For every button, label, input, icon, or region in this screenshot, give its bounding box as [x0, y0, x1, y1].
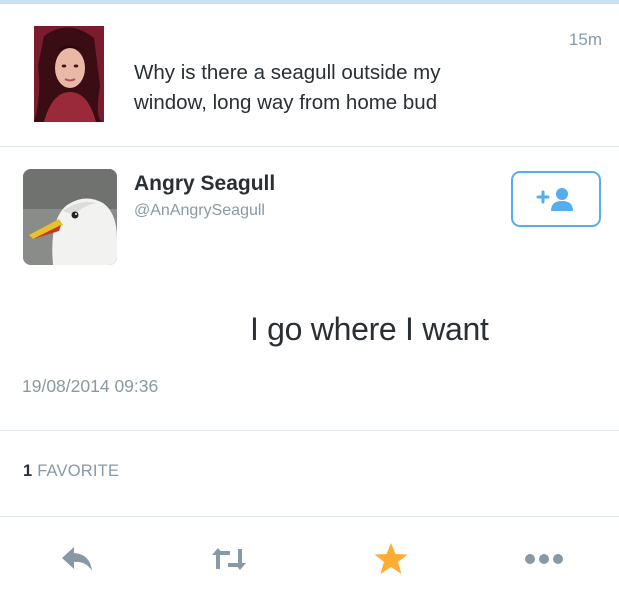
top-border	[0, 0, 619, 4]
retweet-button[interactable]	[199, 537, 259, 581]
seagull-avatar[interactable]	[23, 169, 117, 265]
favorite-star-icon	[374, 543, 408, 574]
favorite-count-number: 1	[23, 462, 33, 480]
user-avatar[interactable]	[34, 26, 104, 122]
favorite-button[interactable]	[361, 537, 421, 581]
follow-button[interactable]	[511, 171, 601, 227]
reply-icon	[62, 547, 92, 571]
tweet-timestamp: 19/08/2014 09:36	[22, 376, 159, 396]
tweet-text: Why is there a seagull outside my window…	[134, 61, 441, 114]
avatar-photo	[34, 26, 104, 122]
more-icon	[525, 554, 563, 564]
seagull-photo	[23, 169, 117, 265]
tweet-text: I go where I want	[250, 311, 489, 347]
favorite-count-label: FAVORITE	[37, 462, 120, 480]
divider	[0, 516, 619, 517]
retweet-icon	[212, 548, 246, 570]
display-name[interactable]: Angry Seagull	[134, 172, 275, 196]
divider	[0, 430, 619, 431]
reply-button[interactable]	[48, 537, 108, 581]
tweet-time[interactable]: 15m	[569, 30, 602, 50]
user-handle[interactable]: @AnAngrySeagull	[134, 202, 265, 220]
favorite-count[interactable]: 1 FAVORITE	[23, 462, 119, 481]
more-button[interactable]	[514, 537, 574, 581]
add-user-icon	[536, 188, 573, 211]
divider	[0, 146, 619, 147]
